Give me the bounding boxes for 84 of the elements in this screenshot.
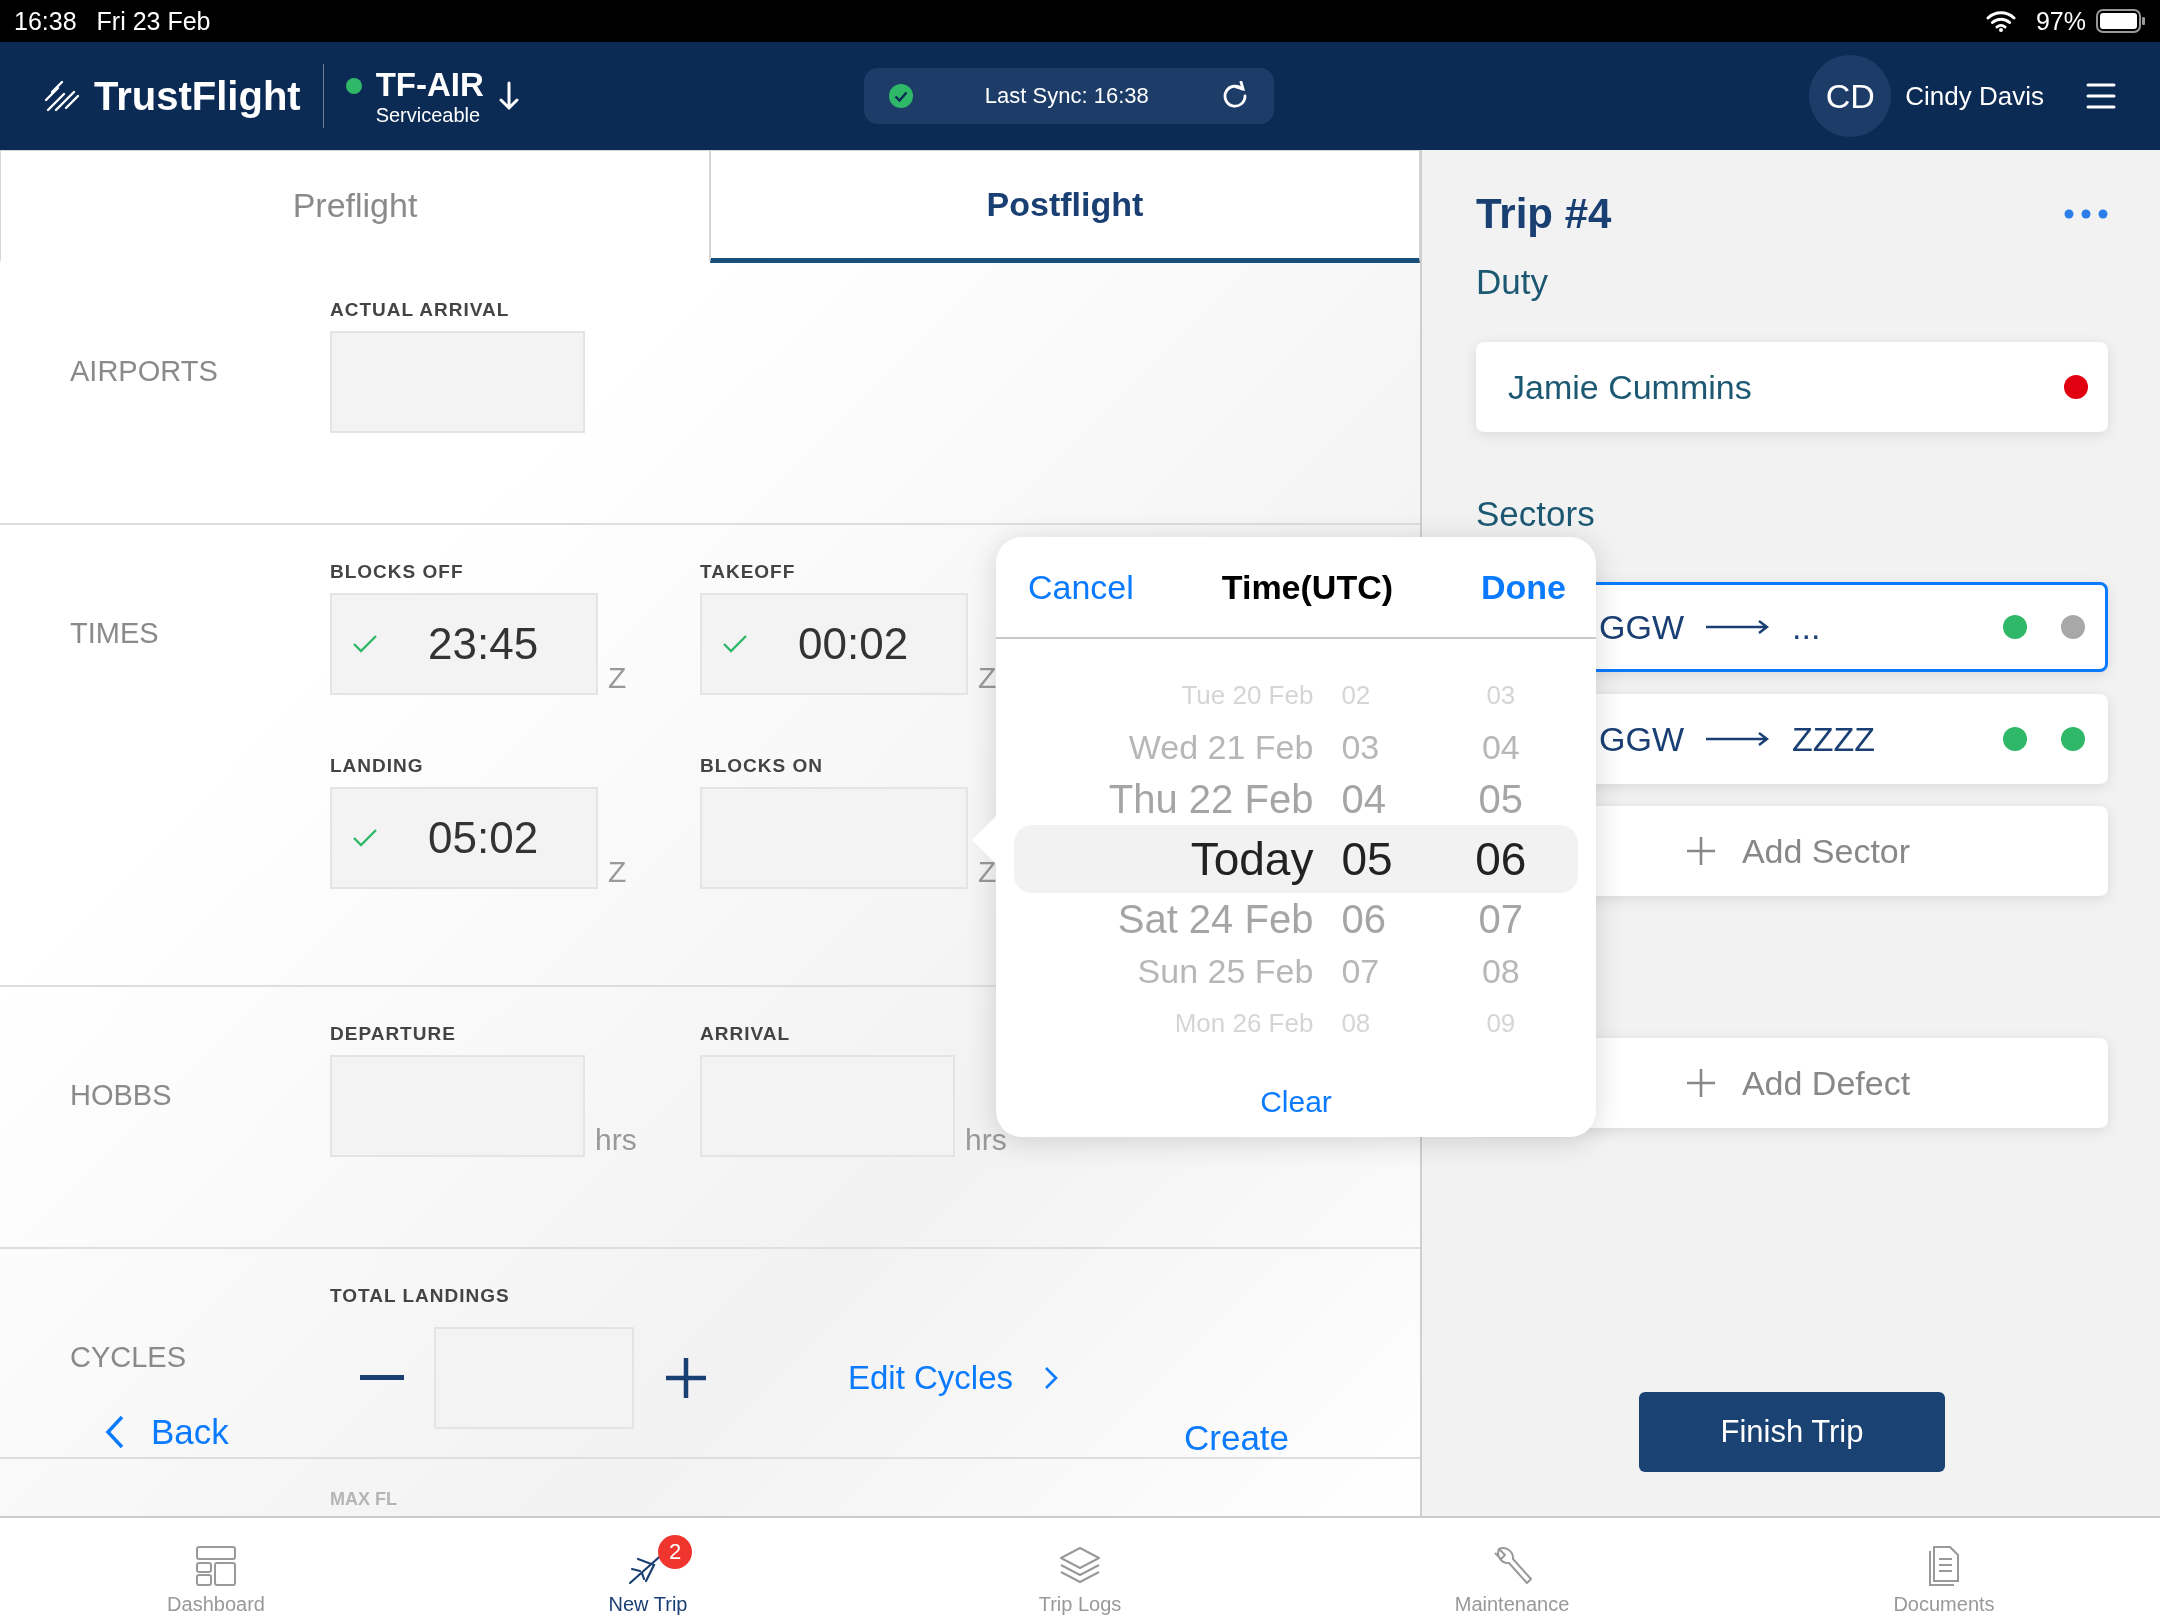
sector-destination: ... xyxy=(1792,607,1821,647)
bottom-tab[interactable]: Maintenance xyxy=(1296,1518,1728,1620)
check-circle-icon xyxy=(887,83,914,109)
section-title: HOBBS xyxy=(69,1078,173,1112)
picker-row[interactable]: Today 05 06 xyxy=(1014,825,1578,893)
check-icon xyxy=(352,634,378,654)
status-date: Fri 23 Feb xyxy=(96,6,211,36)
unit-label: Z xyxy=(978,855,997,889)
menu-icon[interactable] xyxy=(2086,82,2116,110)
arrow-right-icon xyxy=(1706,732,1770,746)
aircraft-status: Serviceable xyxy=(375,103,482,127)
unit-label: hrs xyxy=(595,1123,637,1157)
down-arrow-icon[interactable] xyxy=(497,80,520,112)
time-value: 00:02 xyxy=(798,619,909,669)
chevron-left-icon xyxy=(105,1414,125,1450)
picker-row[interactable]: Sat 24 Feb 06 07 xyxy=(1014,893,1578,945)
notification-badge: 2 xyxy=(658,1535,692,1569)
bottom-tab[interactable]: Documents xyxy=(1728,1518,2160,1620)
field-label: MAX FL xyxy=(330,1489,397,1509)
check-icon xyxy=(722,634,748,654)
plus-icon xyxy=(1685,1068,1716,1098)
duty-heading: Duty xyxy=(1476,262,1549,302)
check-icon xyxy=(352,828,378,848)
field-label: DEPARTURE xyxy=(330,1023,457,1045)
field-label: TAKEOFF xyxy=(700,561,797,583)
input-field[interactable]: 05:02 xyxy=(330,787,598,889)
status-dot xyxy=(345,78,362,94)
field-label: ACTUAL ARRIVAL xyxy=(330,299,511,321)
plus-icon xyxy=(1685,836,1716,866)
section-title: AIRPORTS xyxy=(69,354,219,388)
sector-destination: ZZZZ xyxy=(1792,719,1876,759)
battery-icon xyxy=(2096,9,2146,33)
finish-trip-button[interactable]: Finish Trip xyxy=(1639,1392,1945,1472)
time-value: 05:02 xyxy=(428,813,539,863)
bottom-tab[interactable]: Dashboard xyxy=(0,1518,432,1620)
field-label: BLOCKS OFF xyxy=(330,561,465,583)
field-label: LANDING xyxy=(330,755,425,777)
battery-percent: 97% xyxy=(2035,6,2086,36)
more-icon[interactable] xyxy=(2064,208,2108,220)
input-field[interactable] xyxy=(330,331,585,433)
section-title: CYCLES xyxy=(69,1340,188,1374)
cancel-button[interactable]: Cancel xyxy=(1028,567,1134,607)
create-button[interactable]: Create xyxy=(1184,1418,1290,1458)
sector-origin: GGW xyxy=(1599,607,1684,647)
crew-card[interactable]: Jamie Cummins xyxy=(1476,342,2108,432)
chevron-right-icon[interactable] xyxy=(1043,1365,1060,1391)
edit-cycles-link[interactable]: Edit Cycles xyxy=(848,1359,1014,1397)
tab[interactable]: Preflight xyxy=(0,150,710,263)
plus-icon[interactable] xyxy=(664,1356,708,1400)
last-sync-text: Last Sync: 16:38 xyxy=(983,83,1150,109)
wrench-icon xyxy=(1491,1545,1533,1587)
minus-icon[interactable] xyxy=(360,1374,404,1382)
document-icon xyxy=(1926,1545,1962,1587)
clear-button[interactable]: Clear xyxy=(1260,1085,1332,1119)
unit-label: Z xyxy=(978,661,997,695)
back-button[interactable]: Back xyxy=(105,1412,229,1452)
arrow-right-icon xyxy=(1706,620,1770,634)
field-label: TOTAL LANDINGS xyxy=(330,1285,511,1307)
picker-row[interactable]: Sun 25 Feb 07 08 xyxy=(1014,945,1578,997)
sector-origin: GGW xyxy=(1599,719,1684,759)
crew-name: Jamie Cummins xyxy=(1508,367,1753,407)
tab[interactable]: Postflight xyxy=(710,150,1420,263)
picker-title: Time(UTC) xyxy=(1221,567,1394,607)
user-name[interactable]: Cindy Davis xyxy=(1905,80,2044,112)
input-field[interactable]: 00:02 xyxy=(700,593,968,695)
field-label: BLOCKS ON xyxy=(700,755,824,777)
bottom-tab[interactable]: Trip Logs xyxy=(864,1518,1296,1620)
user-avatar[interactable]: CD xyxy=(1809,55,1892,137)
brand-name: TrustFlight xyxy=(94,73,301,119)
wifi-icon xyxy=(1985,10,2016,32)
dashboard-icon xyxy=(195,1545,237,1587)
time-value: 23:45 xyxy=(428,619,539,669)
trip-title: Trip #4 xyxy=(1476,190,1612,238)
unit-label: Z xyxy=(608,661,627,695)
section-title: TIMES xyxy=(69,616,160,650)
unit-label: hrs xyxy=(965,1123,1007,1157)
logo-icon xyxy=(44,80,80,112)
status-time: 16:38 xyxy=(14,6,77,36)
bottom-tab[interactable]: 2 New Trip xyxy=(432,1518,864,1620)
unit-label: Z xyxy=(608,855,627,889)
field-label: ARRIVAL xyxy=(700,1023,792,1045)
input-field[interactable]: 23:45 xyxy=(330,593,598,695)
sectors-heading: Sectors xyxy=(1476,494,1596,534)
aircraft-name: TF-AIR xyxy=(375,65,484,104)
